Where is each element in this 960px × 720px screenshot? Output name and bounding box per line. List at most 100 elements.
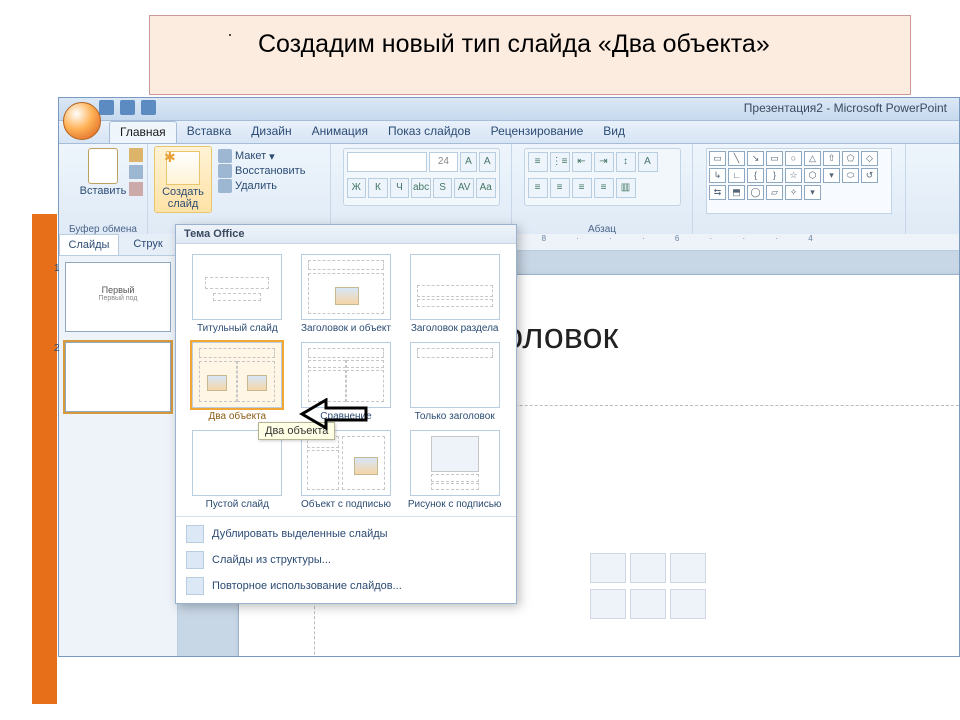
shape-icon[interactable]: { — [747, 168, 764, 183]
font-family-box[interactable] — [347, 152, 427, 172]
shape-icon[interactable]: △ — [804, 151, 821, 166]
group-paragraph: ≡ ⋮≡ ⇤ ⇥ ↕ A ≡ ≡ ≡ ≡ ▥ Абзац — [512, 144, 693, 236]
columns-icon[interactable]: ▥ — [616, 178, 636, 198]
tab-slides[interactable]: Слайды — [59, 234, 119, 255]
shape-icon[interactable]: ▭ — [709, 151, 726, 166]
new-slide-label: Создать слайд — [162, 187, 204, 210]
linespacing-icon[interactable]: ↕ — [616, 152, 636, 172]
layout-section-header[interactable]: Заголовок раздела — [403, 254, 506, 334]
layout-icon — [218, 149, 232, 163]
layout-title-only[interactable]: Только заголовок — [403, 342, 506, 422]
shape-icon[interactable]: ∟ — [728, 168, 745, 183]
redo-icon[interactable] — [141, 100, 156, 115]
layout-blank[interactable]: Пустой слайд — [186, 430, 289, 510]
shadow-icon[interactable]: S — [433, 178, 453, 198]
shrink-font-icon[interactable]: A — [479, 152, 496, 172]
tab-insert[interactable]: Вставка — [177, 121, 242, 143]
shape-icon[interactable]: ▭ — [766, 151, 783, 166]
justify-icon[interactable]: ≡ — [594, 178, 614, 198]
italic-icon[interactable]: К — [368, 178, 388, 198]
layout-title-content[interactable]: Заголовок и объект — [295, 254, 398, 334]
office-button[interactable] — [63, 102, 101, 140]
grow-font-icon[interactable]: A — [460, 152, 477, 172]
new-slide-button[interactable]: ✱ Создать слайд — [154, 146, 212, 213]
cut-icon[interactable] — [129, 148, 143, 162]
shape-icon[interactable]: ↘ — [747, 151, 764, 166]
shape-icon[interactable]: ↺ — [861, 168, 878, 183]
copy-icon[interactable] — [129, 165, 143, 179]
slides-from-outline[interactable]: Слайды из структуры... — [176, 547, 516, 573]
indent-dec-icon[interactable]: ⇤ — [572, 152, 592, 172]
shape-icon[interactable]: ⇧ — [823, 151, 840, 166]
font-size-box[interactable]: 24 — [429, 152, 459, 172]
insert-table-icon[interactable] — [590, 553, 626, 583]
numbering-icon[interactable]: ⋮≡ — [550, 152, 570, 172]
shape-icon[interactable]: ▱ — [766, 185, 783, 200]
delete-button[interactable]: Удалить — [218, 179, 305, 193]
tab-design[interactable]: Дизайн — [241, 121, 301, 143]
layout-title-slide[interactable]: Титульный слайд — [186, 254, 289, 334]
shape-icon[interactable]: ╲ — [728, 151, 745, 166]
layout-two-content[interactable]: Два объекта — [186, 342, 289, 422]
paste-button[interactable]: Вставить — [77, 146, 129, 198]
layout-caption: Только заголовок — [415, 411, 495, 422]
thumbnails: 1 Первый Первый под 2 — [59, 256, 177, 428]
tab-view[interactable]: Вид — [593, 121, 635, 143]
shape-icon[interactable]: ⬠ — [842, 151, 859, 166]
duplicate-slides[interactable]: Дублировать выделенные слайды — [176, 521, 516, 547]
insert-clipart-icon[interactable] — [630, 589, 666, 619]
save-icon[interactable] — [99, 100, 114, 115]
shape-icon[interactable]: ▾ — [804, 185, 821, 200]
strike-icon[interactable]: abc — [411, 178, 431, 198]
reset-button[interactable]: Восстановить — [218, 164, 305, 178]
tab-slideshow[interactable]: Показ слайдов — [378, 121, 481, 143]
layout-caption: Два объекта — [209, 411, 267, 422]
textdir-icon[interactable]: A — [638, 152, 658, 172]
shape-icon[interactable]: ○ — [785, 151, 802, 166]
shape-icon[interactable]: ↳ — [709, 168, 726, 183]
align-right-icon[interactable]: ≡ — [572, 178, 592, 198]
shape-icon[interactable]: ◇ — [861, 151, 878, 166]
slide-thumbnail-1[interactable]: 1 Первый Первый под — [65, 262, 171, 332]
shape-icon[interactable]: ☆ — [785, 168, 802, 183]
quick-access-toolbar[interactable] — [99, 100, 156, 115]
underline-icon[interactable]: Ч — [390, 178, 410, 198]
shape-icon[interactable]: ▾ — [823, 168, 840, 183]
bullets-icon[interactable]: ≡ — [528, 152, 548, 172]
insert-chart-icon[interactable] — [630, 553, 666, 583]
reuse-slides[interactable]: Повторное использование слайдов... — [176, 573, 516, 599]
spacing-icon[interactable]: AV — [454, 178, 474, 198]
align-left-icon[interactable]: ≡ — [528, 178, 548, 198]
layout-content-caption[interactable]: Объект с подписью — [295, 430, 398, 510]
shape-icon[interactable]: ⬡ — [804, 168, 821, 183]
gallery-footer: Дублировать выделенные слайды Слайды из … — [176, 516, 516, 603]
tab-animation[interactable]: Анимация — [302, 121, 378, 143]
insert-picture-icon[interactable] — [590, 589, 626, 619]
insert-media-icon[interactable] — [670, 589, 706, 619]
group-font: 24 A A Ж К Ч abc S AV Aa Шрифт — [331, 144, 512, 236]
slide-thumbnail-2[interactable]: 2 — [65, 342, 171, 412]
bold-icon[interactable]: Ж — [347, 178, 367, 198]
shape-icon[interactable]: ⬭ — [842, 168, 859, 183]
shape-icon[interactable]: ⬒ — [728, 185, 745, 200]
align-center-icon[interactable]: ≡ — [550, 178, 570, 198]
indent-inc-icon[interactable]: ⇥ — [594, 152, 614, 172]
tab-review[interactable]: Рецензирование — [481, 121, 594, 143]
layout-button[interactable]: Макет ▾ — [218, 149, 305, 163]
layout-picture-caption[interactable]: Рисунок с подписью — [403, 430, 506, 510]
tab-home[interactable]: Главная — [109, 121, 177, 143]
case-icon[interactable]: Aa — [476, 178, 496, 198]
shape-icon[interactable]: ⇆ — [709, 185, 726, 200]
shape-icon[interactable]: ✧ — [785, 185, 802, 200]
slides-pane-tabs: Слайды Струк — [59, 234, 177, 256]
new-slide-icon: ✱ — [166, 151, 200, 185]
insert-smartart-icon[interactable] — [670, 553, 706, 583]
shape-icon[interactable]: ◯ — [747, 185, 764, 200]
shape-icon[interactable]: } — [766, 168, 783, 183]
format-painter-icon[interactable] — [129, 182, 143, 196]
shapes-gallery[interactable]: ▭╲↘▭○△⇧⬠ ◇↳∟{}☆⬡▾ ⬭↺⇆⬒◯▱✧▾ — [706, 148, 892, 214]
reset-label: Восстановить — [235, 165, 305, 177]
tab-outline[interactable]: Струк — [119, 234, 177, 255]
undo-icon[interactable] — [120, 100, 135, 115]
clipboard-icon — [88, 148, 118, 184]
